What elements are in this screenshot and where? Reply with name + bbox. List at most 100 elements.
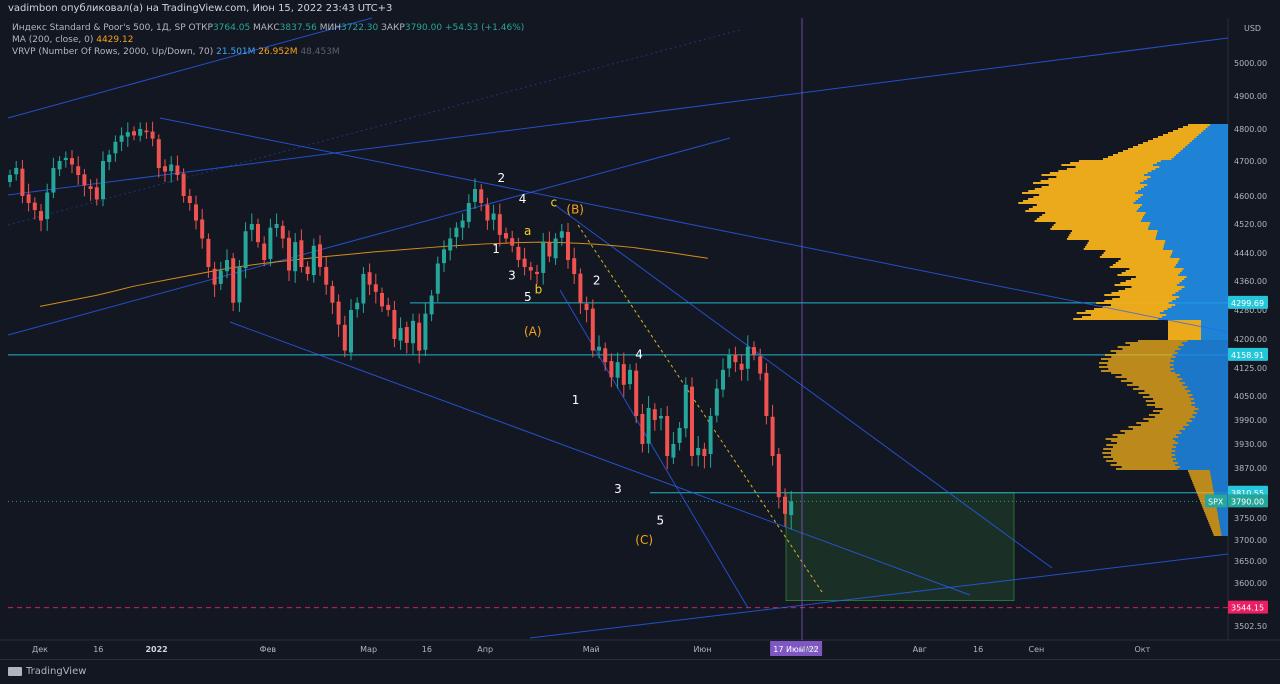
footer-bar: TradingView xyxy=(0,659,1280,684)
volume-profile-up-bar xyxy=(1178,290,1228,292)
volume-profile-down-bar xyxy=(1123,150,1181,152)
volume-profile-up-bar xyxy=(1201,338,1228,340)
volume-profile-down-bar xyxy=(1113,154,1177,156)
volume-profile-up-bar xyxy=(1140,220,1228,222)
legend-symbol-row: Индекс Standard & Poor's 500, 1Д, SP ОТК… xyxy=(12,22,524,34)
x-tick-label: Мар xyxy=(360,645,377,654)
price-axis[interactable] xyxy=(1228,18,1280,640)
projection-line[interactable] xyxy=(577,224,823,593)
volume-profile-down-bar xyxy=(1106,460,1174,462)
legend-low-label: МИН xyxy=(319,23,342,33)
volume-profile-up-bar xyxy=(1141,204,1228,206)
candle-body xyxy=(652,409,657,420)
volume-profile-up-bar xyxy=(1188,424,1228,426)
wave-label: 5 xyxy=(524,290,532,304)
y-tick-label: 4600.00 xyxy=(1234,192,1267,201)
legend-vrvp-label[interactable]: VRVP (Number Of Rows, 2000, Up/Down, 70) xyxy=(12,47,213,57)
candle-body xyxy=(590,308,595,351)
trend-line[interactable] xyxy=(559,289,749,609)
price-chart[interactable]: USD 3502.50 3600.00 3650.00 3700.00 3750.00 38… xyxy=(0,0,1280,659)
volume-profile-down-bar xyxy=(1196,490,1214,492)
volume-profile-up-bar xyxy=(1135,192,1228,194)
volume-profile-down-bar xyxy=(1111,440,1176,442)
volume-profile-down-bar xyxy=(1149,394,1193,396)
volume-profile-down-bar xyxy=(1111,356,1176,358)
volume-profile-down-bar xyxy=(1152,410,1195,412)
volume-profile-up-bar xyxy=(1181,342,1228,344)
volume-profile-down-bar xyxy=(1143,418,1190,420)
x-tick-label: Дек xyxy=(32,645,48,654)
volume-profile-up-bar xyxy=(1149,224,1228,226)
volume-profile-down-bar xyxy=(1119,296,1180,298)
volume-profile-up-bar xyxy=(1179,430,1228,432)
volume-profile-down-bar xyxy=(1159,412,1198,414)
volume-profile-up-bar xyxy=(1173,444,1228,446)
volume-profile-up-bar xyxy=(1178,274,1228,276)
candle-body xyxy=(349,310,353,353)
candle-body xyxy=(367,272,372,285)
volume-profile-up-bar xyxy=(1218,518,1228,520)
volume-profile-up-bar xyxy=(1166,314,1228,316)
volume-profile-down-bar xyxy=(1138,144,1188,146)
candle-body xyxy=(293,242,298,272)
volume-profile-up-bar xyxy=(1169,362,1228,364)
volume-profile-down-bar xyxy=(1207,518,1219,520)
volume-profile-down-bar xyxy=(1132,428,1186,430)
candle-body xyxy=(497,214,502,235)
legend-symbol[interactable]: Индекс Standard & Poor's 500, 1Д, SP xyxy=(12,23,186,33)
volume-profile-up-bar xyxy=(1194,138,1228,140)
wave-label: 3 xyxy=(508,268,516,282)
volume-profile-up-bar xyxy=(1190,400,1228,402)
volume-profile-down-bar xyxy=(1143,142,1190,144)
volume-profile-down-bar xyxy=(1135,276,1187,278)
volume-profile-up-bar xyxy=(1182,378,1228,380)
volume-profile-up-bar xyxy=(1170,358,1228,360)
volume-profile-down-bar xyxy=(1195,488,1214,490)
legend-open-label: ОТКР xyxy=(188,23,213,33)
volume-profile-up-bar xyxy=(1178,442,1228,444)
volume-profile-up-bar xyxy=(1176,446,1228,448)
candle-body xyxy=(733,354,738,363)
y-tick-label: 3502.50 xyxy=(1234,622,1267,631)
legend-low: 3722.30 xyxy=(341,23,379,33)
volume-profile-down-bar xyxy=(1125,270,1182,272)
volume-profile-down-bar xyxy=(1194,486,1213,488)
candle-body xyxy=(634,370,639,416)
tradingview-logo[interactable]: TradingView xyxy=(8,666,86,677)
volume-profile-down-bar xyxy=(1208,522,1220,524)
x-tick-label: Сен xyxy=(1029,645,1045,654)
volume-profile-down-bar xyxy=(1136,422,1187,424)
legend-ma-label[interactable]: MA (200, close, 0) xyxy=(12,35,93,45)
candle-body xyxy=(454,227,459,238)
trend-line-dotted[interactable] xyxy=(7,29,741,226)
candle-body xyxy=(770,416,775,456)
volume-profile-down-bar xyxy=(1049,172,1148,174)
trend-line[interactable] xyxy=(7,137,731,336)
target-zone[interactable] xyxy=(785,492,1015,601)
volume-profile-down-bar xyxy=(1108,368,1175,370)
trend-line[interactable] xyxy=(7,37,1229,196)
volume-profile-down-bar xyxy=(1210,526,1221,528)
volume-profile-down-bar xyxy=(1101,358,1171,360)
volume-profile-up-bar xyxy=(1185,146,1228,148)
candle-body xyxy=(243,231,248,269)
volume-profile-down-bar xyxy=(1168,326,1201,328)
wave-label: 4 xyxy=(519,192,527,206)
volume-profile-down-bar xyxy=(1066,238,1156,240)
volume-profile-up-bar xyxy=(1167,308,1228,310)
wave-label: 1 xyxy=(492,242,500,256)
candle-body xyxy=(739,363,744,370)
volume-profile-down-bar xyxy=(1162,408,1199,410)
y-tick-label: 3930.00 xyxy=(1234,440,1267,449)
candle-body xyxy=(373,284,378,292)
candle-body xyxy=(20,168,25,196)
volume-profile-down-bar xyxy=(1115,262,1178,264)
volume-profile-up-bar xyxy=(1143,180,1228,182)
candle-body xyxy=(398,328,403,341)
candle-body xyxy=(504,233,508,239)
candle-body xyxy=(175,165,180,175)
trend-line[interactable] xyxy=(229,321,971,596)
volume-profile-down-bar xyxy=(1028,208,1139,210)
candle-body xyxy=(386,304,391,310)
volume-profile-down-bar xyxy=(1056,176,1151,178)
